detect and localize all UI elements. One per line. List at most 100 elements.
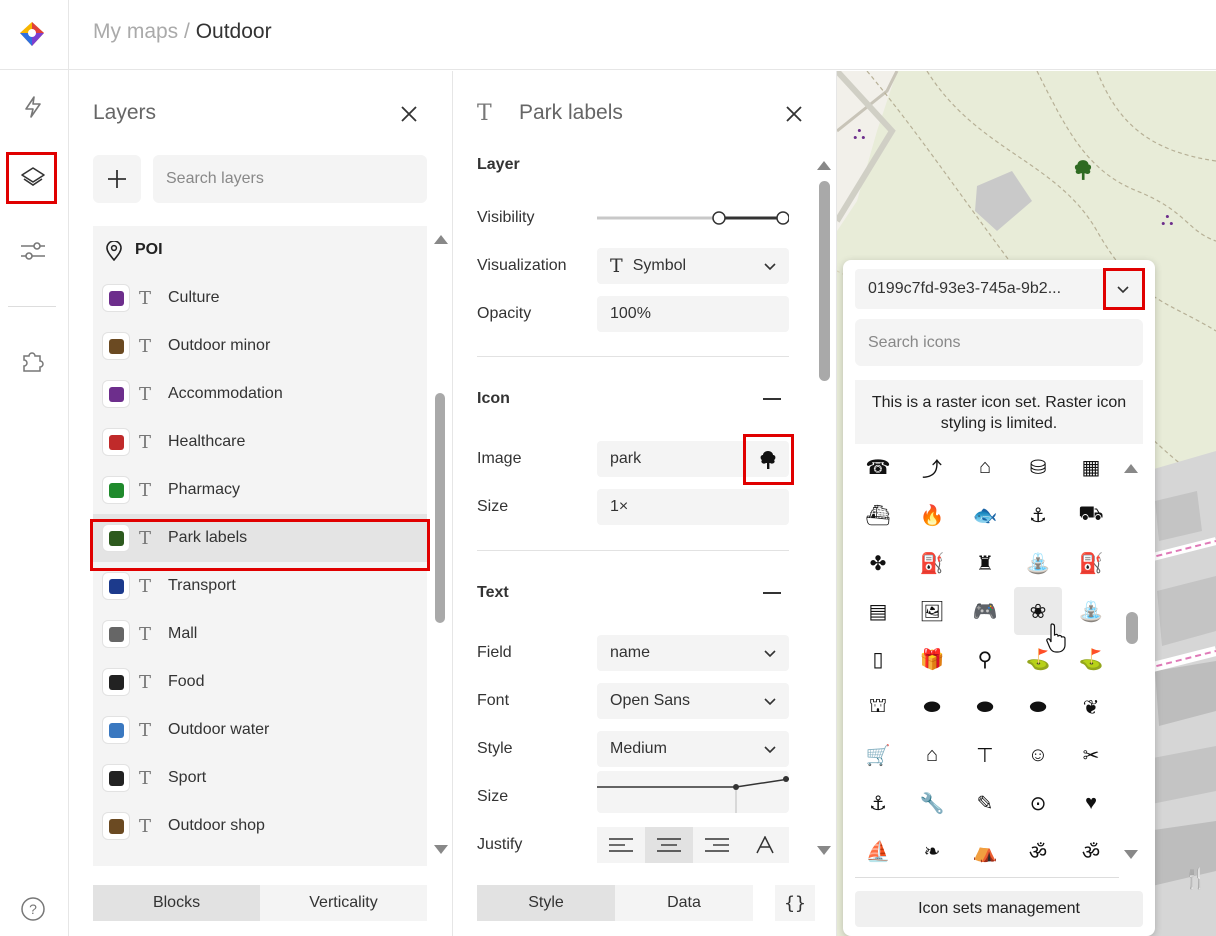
layer-color-swatch[interactable] — [102, 812, 130, 840]
icon-option[interactable]: ॐ — [1073, 833, 1109, 869]
icon-option[interactable]: ☺ — [1020, 737, 1056, 773]
icon-option[interactable]: ⛟ — [1073, 497, 1109, 533]
icon-option[interactable]: ❧ — [914, 833, 950, 869]
icon-option[interactable]: 🎮 — [967, 593, 1003, 629]
close-properties-icon[interactable] — [782, 102, 806, 126]
icon-option[interactable]: ⛴ — [860, 497, 896, 533]
scroll-down-arrow[interactable] — [817, 846, 831, 855]
sliders-icon[interactable] — [12, 230, 54, 272]
layer-color-swatch[interactable] — [102, 524, 130, 552]
layer-item[interactable]: T Transport — [93, 562, 427, 610]
help-icon[interactable]: ? — [12, 888, 54, 930]
poi-group[interactable]: POI — [93, 226, 427, 274]
layer-item[interactable]: T Sport — [93, 754, 427, 802]
icon-option[interactable]: ⌂ — [967, 449, 1003, 485]
icon-option[interactable]: ♜ — [967, 545, 1003, 581]
icon-option[interactable]: ✤ — [860, 545, 896, 581]
auto-justify-icon[interactable] — [741, 827, 789, 863]
field-select[interactable]: name — [597, 635, 789, 671]
search-icons-input[interactable]: Search icons — [855, 319, 1143, 366]
icon-option[interactable]: 🔧 — [914, 785, 950, 821]
icon-option[interactable]: ⛫ — [860, 689, 896, 725]
icon-option[interactable]: ⚲ — [967, 641, 1003, 677]
icon-option[interactable]: ⛲ — [1020, 545, 1056, 581]
tab-style[interactable]: Style — [477, 885, 615, 921]
layer-item[interactable]: T Mall — [93, 610, 427, 658]
scroll-down-arrow[interactable] — [434, 845, 448, 854]
layer-item[interactable]: T Accommodation — [93, 370, 427, 418]
icon-option[interactable]: 🔥 — [914, 497, 950, 533]
layer-item[interactable]: T Pharmacy — [93, 466, 427, 514]
scroll-up-arrow[interactable] — [817, 161, 831, 170]
align-right-icon[interactable] — [693, 827, 741, 863]
search-layers-input[interactable]: Search layers — [153, 155, 427, 203]
layer-color-swatch[interactable] — [102, 428, 130, 456]
icon-option[interactable]: ॐ — [1020, 833, 1056, 869]
layer-list-scrollbar[interactable] — [435, 393, 445, 623]
layer-item[interactable]: T Healthcare — [93, 418, 427, 466]
visualization-select[interactable]: T Symbol — [597, 248, 789, 284]
layer-item[interactable]: T Outdoor water — [93, 706, 427, 754]
icon-option[interactable]: ⬬ — [967, 689, 1003, 725]
align-center-icon[interactable] — [645, 827, 693, 863]
icon-option[interactable]: ⛵ — [860, 833, 896, 869]
icon-option[interactable]: ⛺ — [967, 833, 1003, 869]
icon-option[interactable]: ▤ — [860, 593, 896, 629]
icon-option[interactable]: ✂ — [1073, 737, 1109, 773]
icon-set-dropdown-button[interactable] — [1106, 272, 1140, 306]
icon-option[interactable]: ⚓ — [860, 785, 896, 821]
icon-option[interactable]: ⌂ — [914, 737, 950, 773]
code-view-button[interactable]: {} — [775, 885, 815, 921]
layers-icon[interactable] — [12, 157, 54, 199]
icon-option[interactable]: ⤴ — [914, 449, 950, 485]
tab-data[interactable]: Data — [615, 885, 753, 921]
opacity-input[interactable]: 100% — [597, 296, 789, 332]
style-select[interactable]: Medium — [597, 731, 789, 767]
icon-option[interactable]: ⛲ — [1073, 593, 1109, 629]
scroll-up-arrow[interactable] — [1124, 464, 1138, 473]
layer-color-swatch[interactable] — [102, 764, 130, 792]
icon-set-select[interactable]: 0199c7fd-93e3-745a-9b2... — [855, 269, 1143, 309]
layer-item[interactable]: T Outdoor minor — [93, 322, 427, 370]
layer-color-swatch[interactable] — [102, 380, 130, 408]
icon-option[interactable]: ✎ — [967, 785, 1003, 821]
font-select[interactable]: Open Sans — [597, 683, 789, 719]
text-size-curve[interactable] — [597, 771, 790, 813]
breadcrumb-parent[interactable]: My maps — [93, 20, 178, 43]
icon-size-input[interactable]: 1× — [597, 489, 789, 525]
icon-option[interactable]: 🖼 — [914, 593, 950, 629]
icon-option[interactable]: ⛽ — [1073, 545, 1109, 581]
close-layers-icon[interactable] — [397, 102, 421, 126]
icon-option[interactable]: ⚓ — [1020, 497, 1056, 533]
add-layer-button[interactable] — [93, 155, 141, 203]
scroll-down-arrow[interactable] — [1124, 850, 1138, 859]
puzzle-icon[interactable] — [12, 340, 54, 382]
lightning-icon[interactable] — [12, 86, 54, 128]
tree-icon-button[interactable] — [751, 443, 785, 477]
tab-blocks[interactable]: Blocks — [93, 885, 260, 921]
scroll-up-arrow[interactable] — [434, 235, 448, 244]
icon-option[interactable]: ⛽ — [914, 545, 950, 581]
layer-item[interactable]: T Culture — [93, 274, 427, 322]
icon-option[interactable]: ⛳ — [1073, 641, 1109, 677]
layer-color-swatch[interactable] — [102, 620, 130, 648]
align-left-icon[interactable] — [597, 827, 645, 863]
icon-option[interactable]: ⛁ — [1020, 449, 1056, 485]
collapse-icon-section-icon[interactable] — [763, 398, 781, 400]
properties-scrollbar[interactable] — [819, 181, 830, 381]
icon-sets-management-button[interactable]: Icon sets management — [855, 891, 1143, 927]
layer-color-swatch[interactable] — [102, 476, 130, 504]
visibility-slider[interactable] — [597, 209, 790, 229]
icon-option[interactable]: ▦ — [1073, 449, 1109, 485]
icon-option[interactable]: ⬬ — [914, 689, 950, 725]
app-logo[interactable] — [18, 20, 46, 48]
icon-option[interactable]: ▯ — [860, 641, 896, 677]
layer-item[interactable]: T Outdoor shop — [93, 802, 427, 850]
layer-item[interactable]: T Food — [93, 658, 427, 706]
icon-option[interactable]: ⊙ — [1020, 785, 1056, 821]
icon-option[interactable]: ☎ — [860, 449, 896, 485]
layer-color-swatch[interactable] — [102, 668, 130, 696]
icon-option[interactable]: 🛒 — [860, 737, 896, 773]
icon-option[interactable]: ⬬ — [1020, 689, 1056, 725]
icon-option[interactable]: 🎁 — [914, 641, 950, 677]
